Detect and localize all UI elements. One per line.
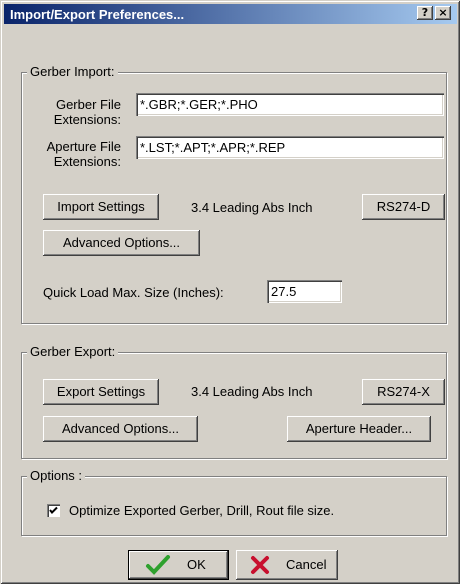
checkmark-icon: [49, 506, 58, 514]
aperture-file-extensions-label: Aperture File Extensions:: [46, 139, 121, 169]
green-check-icon: [146, 555, 170, 575]
quick-load-max-size-input[interactable]: 27.5: [267, 280, 342, 303]
export-advanced-options-button[interactable]: Advanced Options...: [43, 416, 198, 442]
gerber-file-extensions-input[interactable]: *.GBR;*.GER;*.PHO: [136, 93, 444, 116]
title-bar: Import/Export Preferences... ? ×: [4, 4, 457, 24]
import-format-text: 3.4 Leading Abs Inch: [191, 200, 313, 215]
ok-label: OK: [187, 557, 206, 572]
aperture-header-button[interactable]: Aperture Header...: [287, 416, 431, 442]
gerber-file-extensions-label: Gerber File Extensions:: [53, 97, 121, 127]
import-advanced-options-button[interactable]: Advanced Options...: [43, 230, 200, 256]
cancel-button[interactable]: Cancel: [236, 550, 338, 580]
cancel-label: Cancel: [286, 557, 327, 572]
red-x-icon: [251, 556, 269, 574]
gerber-import-legend: Gerber Import:: [27, 64, 118, 79]
gerber-export-group: [21, 352, 447, 459]
rs274x-button[interactable]: RS274-X: [362, 379, 445, 405]
import-export-dialog: Import/Export Preferences... ? × Gerber …: [0, 0, 460, 584]
quick-load-max-size-label: Quick Load Max. Size (Inches):: [43, 285, 224, 300]
help-button[interactable]: ?: [417, 6, 433, 20]
optimize-file-size-label: Optimize Exported Gerber, Drill, Rout fi…: [69, 503, 335, 518]
close-button[interactable]: ×: [435, 6, 451, 20]
export-settings-button[interactable]: Export Settings: [43, 379, 159, 405]
aperture-file-extensions-input[interactable]: *.LST;*.APT;*.APR;*.REP: [136, 136, 444, 159]
window-title: Import/Export Preferences...: [10, 7, 185, 22]
options-legend: Options :: [27, 468, 86, 483]
import-settings-button[interactable]: Import Settings: [43, 194, 159, 220]
gerber-export-legend: Gerber Export:: [27, 344, 119, 359]
optimize-file-size-checkbox[interactable]: [47, 504, 60, 517]
export-format-text: 3.4 Leading Abs Inch: [191, 384, 313, 399]
rs274d-button[interactable]: RS274-D: [362, 194, 445, 220]
ok-button[interactable]: OK: [128, 550, 229, 580]
